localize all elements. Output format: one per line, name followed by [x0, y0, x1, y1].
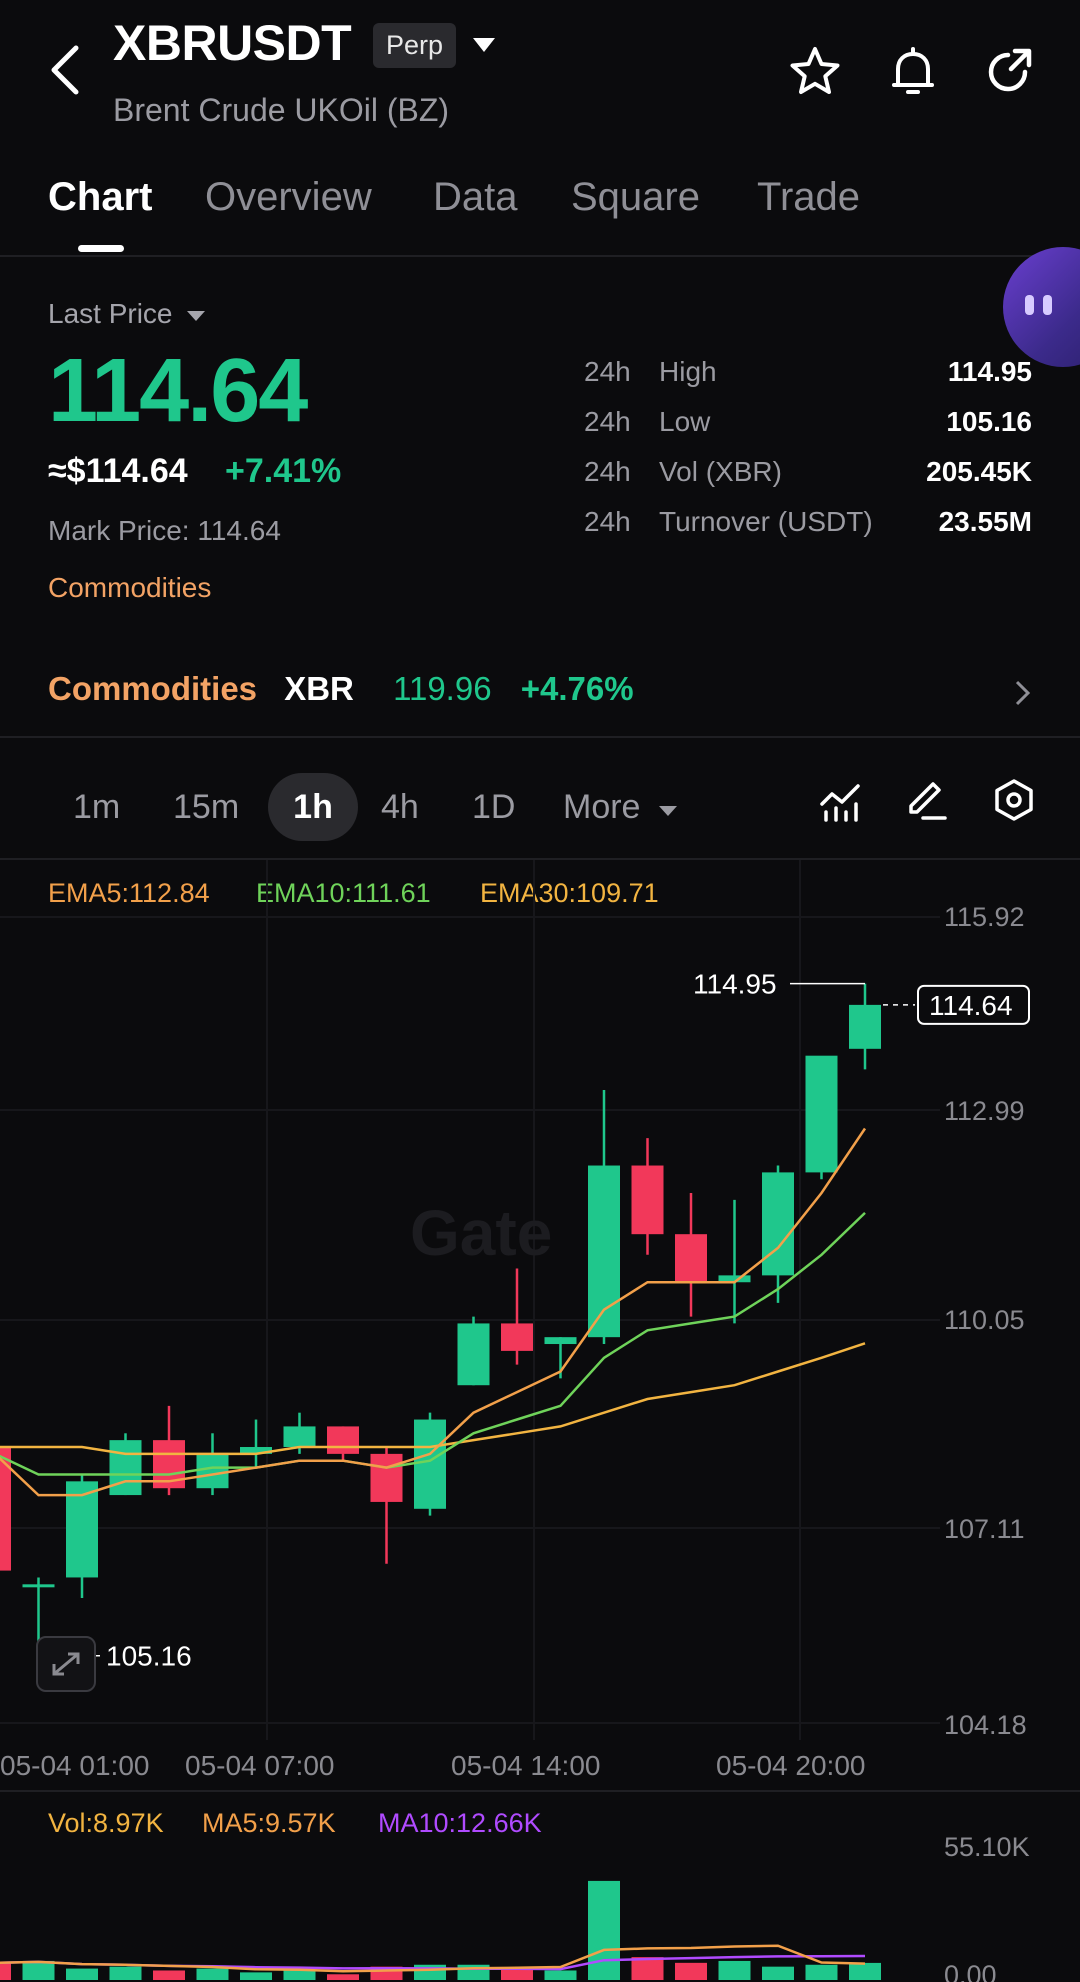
volume-bar: [196, 1968, 229, 1980]
volume-bar: [414, 1964, 446, 1980]
volume-bar: [22, 1960, 55, 1980]
caret-down-icon: [658, 806, 677, 816]
volume-bar: [675, 1962, 707, 1980]
indicator-chart-icon: [820, 784, 860, 822]
active-tab-indicator: [78, 245, 124, 252]
last-price-label: Last Price: [48, 298, 173, 329]
floating-assistant-button[interactable]: [1003, 247, 1080, 367]
last-price: 114.64: [48, 341, 308, 441]
tab-data[interactable]: Data: [433, 175, 518, 220]
volume-bar: [762, 1966, 794, 1980]
expand-icon: [52, 1652, 80, 1676]
tab-chart[interactable]: Chart: [48, 175, 152, 220]
mark-price: Mark Price: 114.64: [48, 515, 281, 546]
timeframe-1d[interactable]: 1D: [472, 773, 515, 841]
caret-down-icon: [187, 311, 206, 321]
x-tick-label: 05-04 01:00: [0, 1750, 150, 1781]
stat-high: 24h High 114.95: [584, 356, 1032, 387]
candle-up: [457, 1323, 490, 1386]
related-category: Commodities: [48, 670, 258, 707]
back-icon: [51, 45, 79, 95]
volume-bar: [109, 1966, 142, 1980]
related-change: +4.76%: [520, 670, 634, 707]
candle-down: [327, 1426, 359, 1454]
x-tick-label: 05-04 14:00: [451, 1750, 601, 1781]
change-percent: +7.41%: [225, 452, 342, 490]
related-price: 119.96: [393, 670, 492, 707]
high-marker-label: 114.95: [693, 969, 777, 1000]
candle-up: [109, 1440, 142, 1496]
volume-chart: [0, 1880, 881, 1980]
section-divider: [0, 736, 1080, 738]
last-price-selector[interactable]: Last Price: [48, 298, 206, 330]
candle-up: [414, 1419, 446, 1509]
price-chart[interactable]: Gate 114.95 114.64 105.16: [0, 860, 1080, 1740]
pencil-icon: [909, 782, 947, 820]
volume-bar: [240, 1972, 272, 1980]
volume-bar: [501, 1968, 533, 1980]
category-tag[interactable]: Commodities: [48, 572, 211, 604]
volume-bar: [0, 1962, 11, 1980]
usd-value: ≈$114.64: [48, 452, 188, 490]
volume-bar: [805, 1964, 838, 1980]
share-button[interactable]: [978, 42, 1038, 102]
candle-up: [544, 1337, 577, 1345]
low-marker-label: 105.16: [106, 1641, 192, 1672]
exchange-watermark: Gate: [410, 1197, 552, 1269]
volume-bar: [283, 1970, 316, 1980]
volume-bar: [544, 1970, 577, 1980]
stat-volume: 24h Vol (XBR) 205.45K: [584, 456, 1032, 487]
symbol-title[interactable]: XBRUSDT: [113, 14, 352, 72]
timeframe-4h[interactable]: 4h: [381, 773, 419, 841]
volume-bar: [631, 1957, 664, 1980]
bell-icon: [892, 47, 934, 94]
instrument-name: Brent Crude UKOil (BZ): [113, 92, 450, 128]
candle-up: [805, 1055, 838, 1173]
candle-up: [283, 1426, 316, 1448]
tab-trade[interactable]: Trade: [757, 175, 860, 220]
indicators-button[interactable]: [818, 780, 862, 829]
settings-hexagon-icon: [995, 779, 1033, 821]
chevron-right-icon: [1015, 680, 1031, 706]
x-tick-label: 05-04 07:00: [185, 1750, 335, 1781]
candle-down: [631, 1165, 664, 1235]
volume-bar: [327, 1974, 359, 1980]
candle-down: [370, 1453, 403, 1502]
timeframe-1h[interactable]: 1h: [268, 773, 358, 841]
candle-up: [849, 1004, 881, 1049]
candle-up: [22, 1584, 55, 1588]
volume-bar: [849, 1962, 881, 1980]
tab-square[interactable]: Square: [571, 175, 700, 220]
volume-divider: [0, 1790, 1080, 1792]
candle-up: [762, 1172, 794, 1276]
stat-low: 24h Low 105.16: [584, 406, 1032, 437]
timeframe-1m[interactable]: 1m: [73, 773, 120, 841]
volume-bar: [66, 1968, 98, 1980]
volume-bar: [588, 1880, 620, 1980]
main-tabs: Chart Overview Data Square Trade: [0, 165, 1080, 257]
volume-bar: [718, 1960, 751, 1980]
candle-up: [196, 1453, 229, 1489]
last-price-label: 114.64: [929, 990, 1013, 1021]
drawing-tools-button[interactable]: [905, 778, 949, 827]
share-icon: [988, 48, 1032, 92]
x-tick-label: 05-04 20:00: [716, 1750, 866, 1781]
symbol-dropdown-icon[interactable]: [471, 36, 497, 59]
perp-badge: Perp: [373, 23, 457, 68]
timeframe-15m[interactable]: 15m: [173, 773, 239, 841]
favorite-button[interactable]: [785, 42, 845, 102]
tab-overview[interactable]: Overview: [205, 175, 372, 220]
back-button[interactable]: [40, 40, 90, 100]
alert-button[interactable]: [883, 42, 943, 102]
star-icon: [790, 47, 840, 94]
chart-settings-button[interactable]: [992, 778, 1036, 827]
related-symbol: XBR: [284, 670, 354, 707]
candle-down: [501, 1323, 533, 1351]
candle-down: [675, 1234, 707, 1283]
fullscreen-button[interactable]: [36, 1636, 96, 1692]
timeframe-more[interactable]: More: [563, 773, 678, 841]
stat-turnover: 24h Turnover (USDT) 23.55M: [584, 506, 1032, 537]
volume-bar: [153, 1970, 185, 1980]
related-commodity-row[interactable]: Commodities XBR 119.96 +4.76%: [48, 670, 1033, 720]
